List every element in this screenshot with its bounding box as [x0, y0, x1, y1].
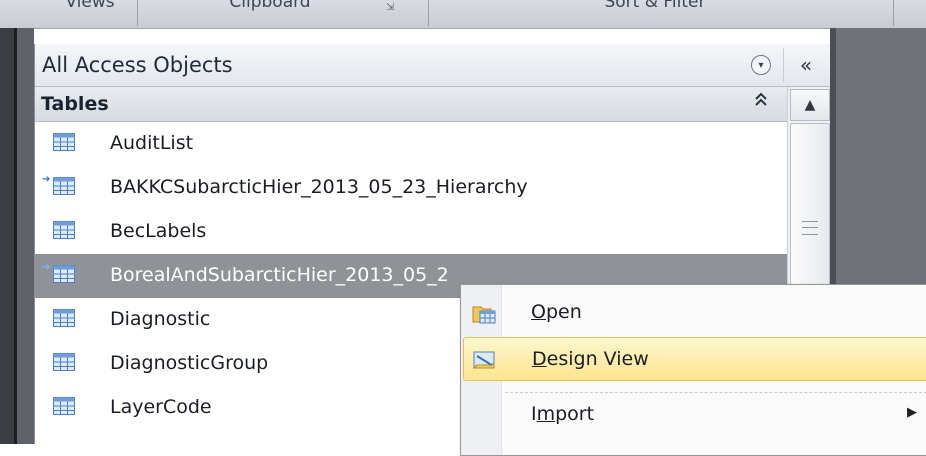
table-icon	[53, 309, 75, 327]
design-view-icon	[472, 351, 495, 369]
window-edge	[0, 28, 14, 444]
scroll-up-button[interactable]: ▲	[790, 89, 830, 121]
table-icon	[53, 397, 75, 415]
submenu-arrow-icon: ▶	[907, 405, 917, 420]
nav-pane-title[interactable]: All Access Objects	[42, 53, 233, 77]
context-menu: Open Design View Import ▶	[460, 284, 926, 456]
table-item-label: BorealAndSubarcticHier_2013_05_2	[110, 264, 449, 286]
table-icon	[53, 265, 75, 283]
table-item-label: AuditList	[110, 132, 194, 154]
table-icon	[53, 353, 75, 371]
ribbon-separator	[893, 0, 894, 26]
ribbon-separator	[428, 0, 429, 26]
table-icon	[53, 177, 75, 195]
chevron-down-circle-icon[interactable]: ▾	[751, 55, 771, 75]
linked-table-arrow-icon: ➔	[42, 262, 51, 273]
menu-item-import[interactable]: Import ▶	[463, 393, 926, 437]
window-edge-mid	[17, 28, 34, 444]
table-item-bakkc-hierarchy[interactable]: ➔ BAKKCSubarcticHier_2013_05_23_Hierarch…	[35, 166, 787, 210]
double-chevron-up-icon[interactable]	[753, 91, 769, 114]
group-label: Tables	[41, 93, 109, 115]
ribbon-separator	[137, 0, 138, 26]
open-table-icon	[472, 306, 496, 324]
table-item-label: Diagnostic	[110, 308, 211, 330]
group-header-tables[interactable]: Tables	[35, 87, 787, 122]
menu-item-label: Import	[531, 403, 595, 425]
table-icon	[53, 133, 75, 151]
menu-item-label: Design View	[532, 348, 649, 370]
dialog-launcher-icon[interactable]: ⇲	[386, 2, 394, 13]
ribbon-group-sort-filter: Sort & Filter	[604, 0, 706, 12]
table-item-label: LayerCode	[110, 396, 212, 418]
table-item-beclabels[interactable]: BecLabels	[35, 210, 787, 254]
scroll-grip-icon	[802, 221, 818, 235]
table-item-label: BAKKCSubarcticHier_2013_05_23_Hierarchy	[110, 176, 528, 198]
ribbon: Views Clipboard ⇲ Sort & Filter	[0, 0, 926, 29]
ribbon-group-clipboard: Clipboard	[229, 0, 311, 12]
nav-pane-header[interactable]: All Access Objects ▾ «	[35, 44, 831, 87]
linked-table-arrow-icon: ➔	[42, 174, 51, 185]
table-item-label: BecLabels	[110, 220, 207, 242]
ribbon-group-views: Views	[65, 0, 115, 12]
menu-item-design-view[interactable]: Design View	[463, 337, 926, 381]
table-item-auditlist[interactable]: AuditList	[35, 122, 787, 166]
table-item-label: DiagnosticGroup	[110, 352, 269, 374]
menu-item-open[interactable]: Open	[463, 291, 926, 335]
table-icon	[53, 221, 75, 239]
menu-item-label: Open	[531, 301, 582, 323]
collapse-pane-button[interactable]: «	[783, 48, 828, 82]
